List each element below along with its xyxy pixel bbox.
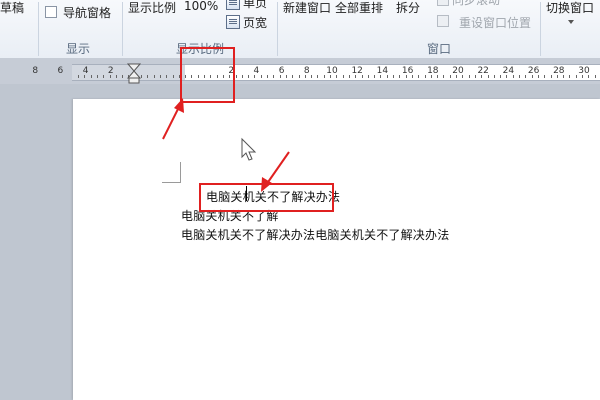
annotation-arrows: [162, 98, 290, 192]
mouse-pointer-icon: [241, 137, 257, 161]
annotation-arrow-text: [261, 151, 290, 192]
annotation-arrow-ruler: [162, 98, 184, 140]
